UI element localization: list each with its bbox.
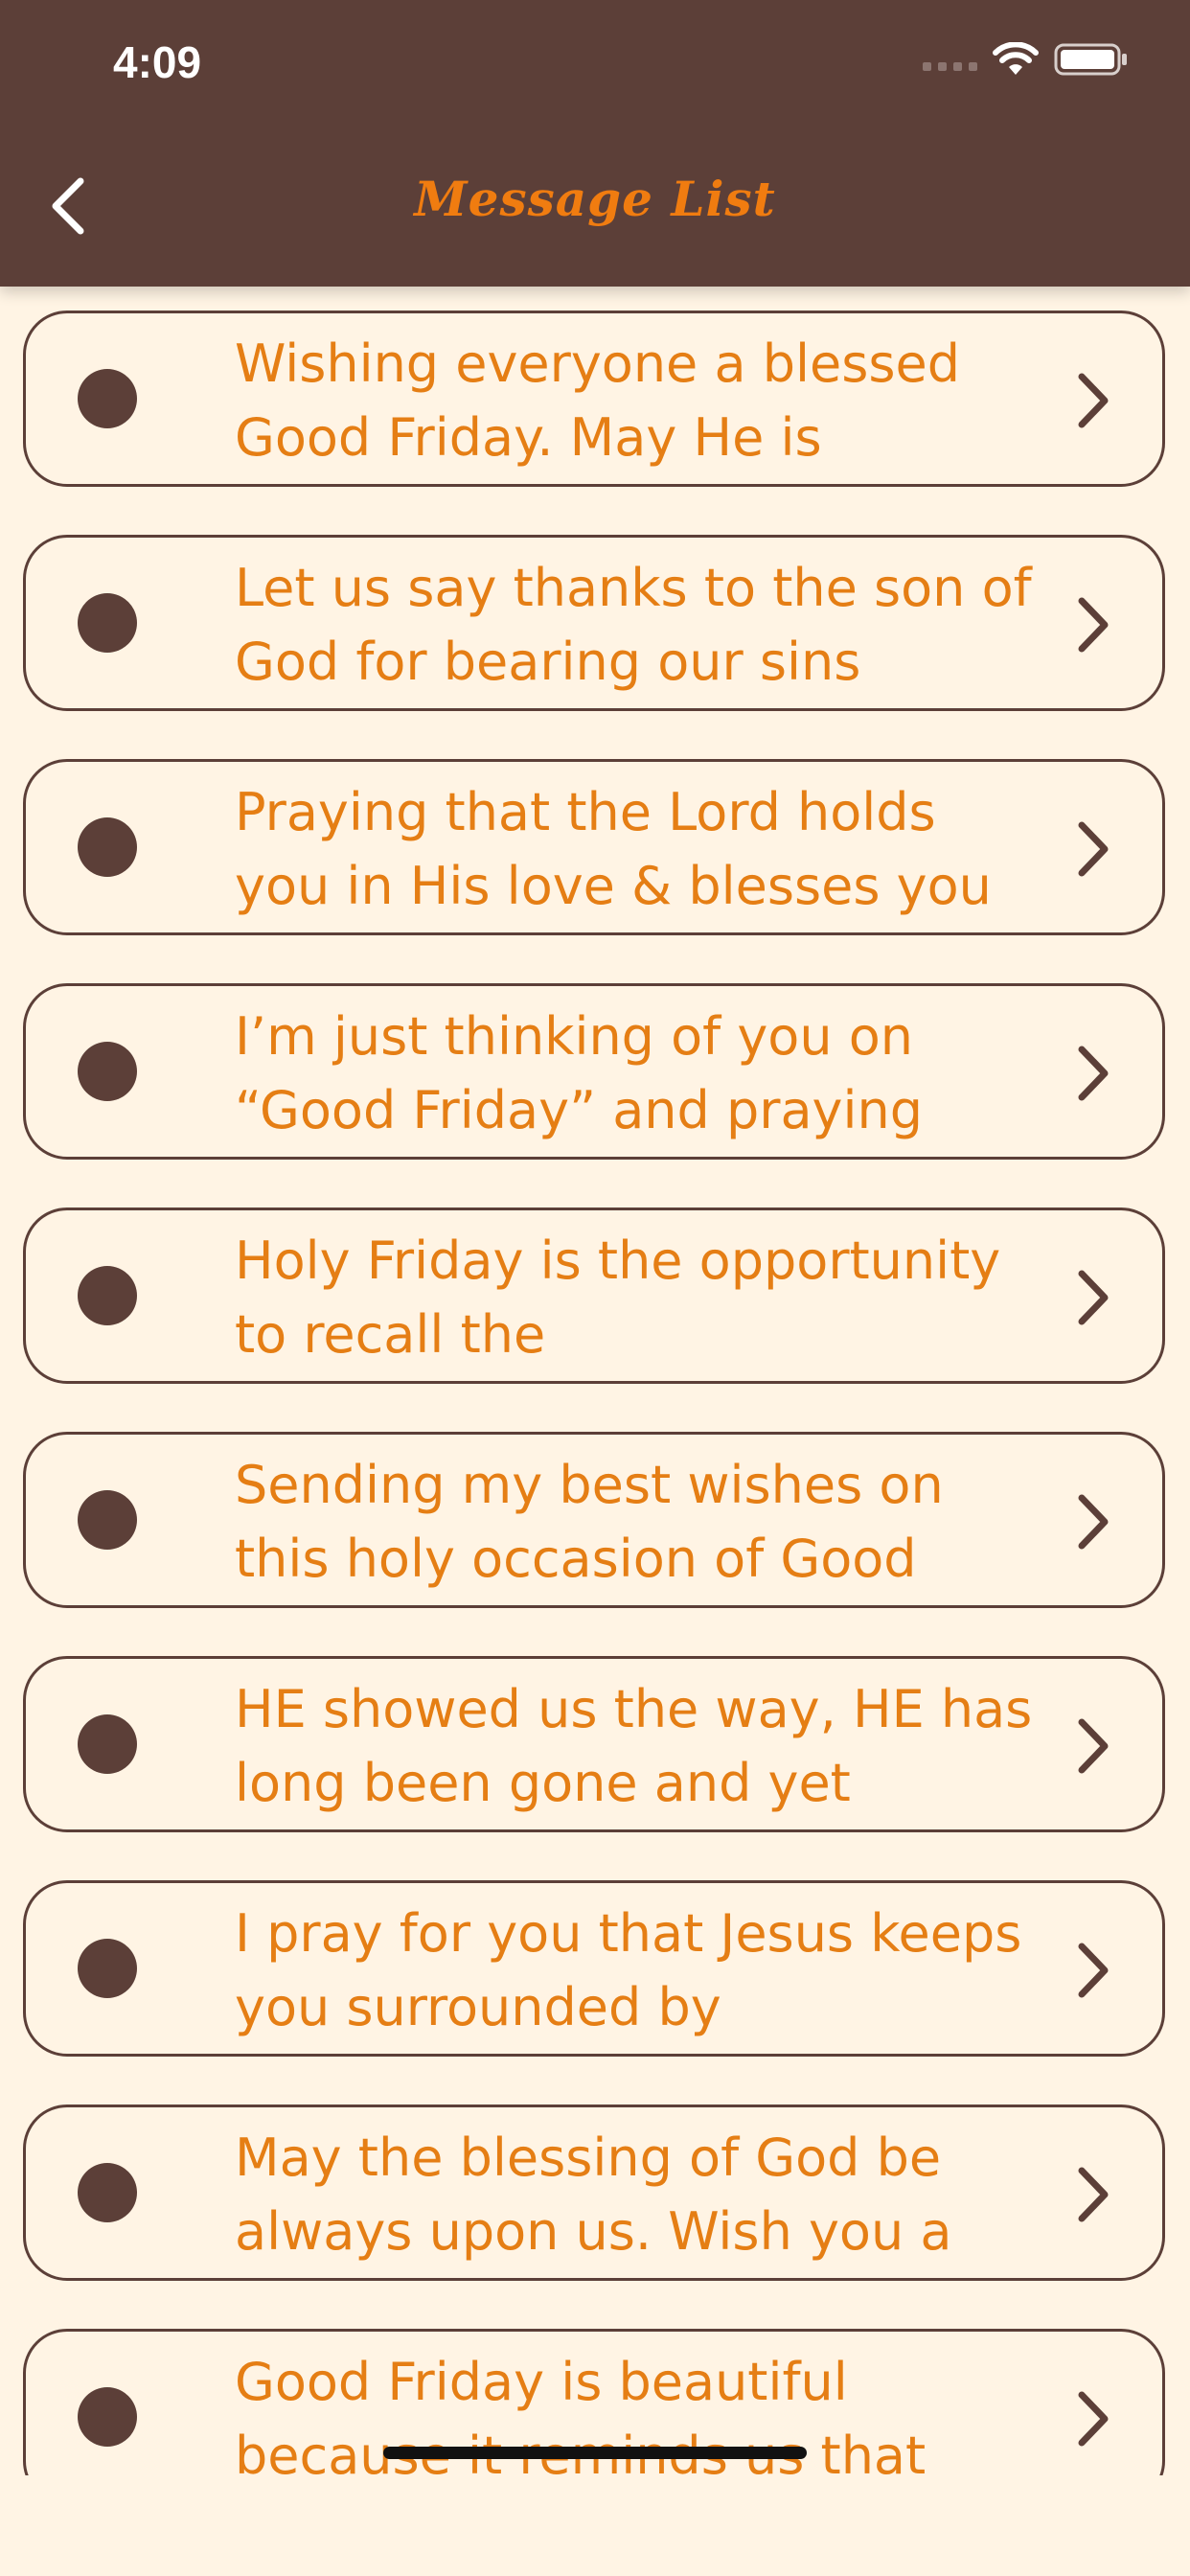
- wifi-icon: [993, 42, 1039, 75]
- bullet-icon: [78, 593, 137, 653]
- battery-icon: [1054, 43, 1127, 76]
- message-item[interactable]: Let us say thanks to the son of God for …: [23, 535, 1165, 711]
- chevron-right-icon: [1078, 2391, 1109, 2447]
- home-indicator[interactable]: [383, 2447, 807, 2459]
- message-item[interactable]: HE showed us the way, HE has long been g…: [23, 1656, 1165, 1832]
- message-item[interactable]: Wishing everyone a blessed Good Friday. …: [23, 310, 1165, 487]
- chevron-right-icon: [1078, 1718, 1109, 1774]
- bullet-icon: [78, 1714, 137, 1774]
- message-text: I’m just thinking of you on “Good Friday…: [235, 1006, 924, 1140]
- bullet-icon: [78, 369, 137, 428]
- message-item[interactable]: Holy Friday is the opportunity to recall…: [23, 1208, 1165, 1384]
- message-text: I pray for you that Jesus keeps you surr…: [235, 1903, 1022, 2037]
- chevron-right-icon: [1078, 821, 1109, 877]
- message-item[interactable]: May the blessing of God be always upon u…: [23, 2104, 1165, 2281]
- chevron-right-icon: [1078, 1494, 1109, 1550]
- message-text: Sending my best wishes on this holy occa…: [235, 1455, 944, 1589]
- message-text: Wishing everyone a blessed Good Friday. …: [235, 334, 960, 468]
- message-item[interactable]: I pray for you that Jesus keeps you surr…: [23, 1880, 1165, 2057]
- chevron-right-icon: [1078, 2167, 1109, 2222]
- bullet-icon: [78, 1266, 137, 1325]
- message-text: May the blessing of God be always upon u…: [235, 2128, 952, 2262]
- bullet-icon: [78, 2163, 137, 2222]
- message-item[interactable]: Praying that the Lord holds you in His l…: [23, 759, 1165, 935]
- chevron-right-icon: [1078, 597, 1109, 653]
- message-item[interactable]: Sending my best wishes on this holy occa…: [23, 1432, 1165, 1608]
- navigation-bar: 4:09 Message List: [0, 0, 1190, 287]
- message-text: Praying that the Lord holds you in His l…: [235, 782, 992, 916]
- message-text: Let us say thanks to the son of God for …: [235, 558, 1032, 692]
- message-item[interactable]: I’m just thinking of you on “Good Friday…: [23, 983, 1165, 1160]
- page-title: Message List: [414, 171, 776, 227]
- message-text: HE showed us the way, HE has long been g…: [235, 1679, 1033, 1813]
- bullet-icon: [78, 817, 137, 877]
- bullet-icon: [78, 1490, 137, 1550]
- message-text: Holy Friday is the opportunity to recall…: [235, 1230, 1001, 1365]
- chevron-right-icon: [1078, 1046, 1109, 1101]
- chevron-right-icon: [1078, 1270, 1109, 1325]
- chevron-right-icon: [1078, 1943, 1109, 1998]
- status-time: 4:09: [113, 37, 202, 87]
- chevron-right-icon: [1078, 373, 1109, 428]
- message-list[interactable]: Wishing everyone a blessed Good Friday. …: [0, 287, 1190, 2475]
- bullet-icon: [78, 1042, 137, 1101]
- bullet-icon: [78, 2387, 137, 2447]
- cellular-signal-icon: [923, 48, 977, 71]
- status-icons: [923, 42, 1129, 77]
- bullet-icon: [78, 1939, 137, 1998]
